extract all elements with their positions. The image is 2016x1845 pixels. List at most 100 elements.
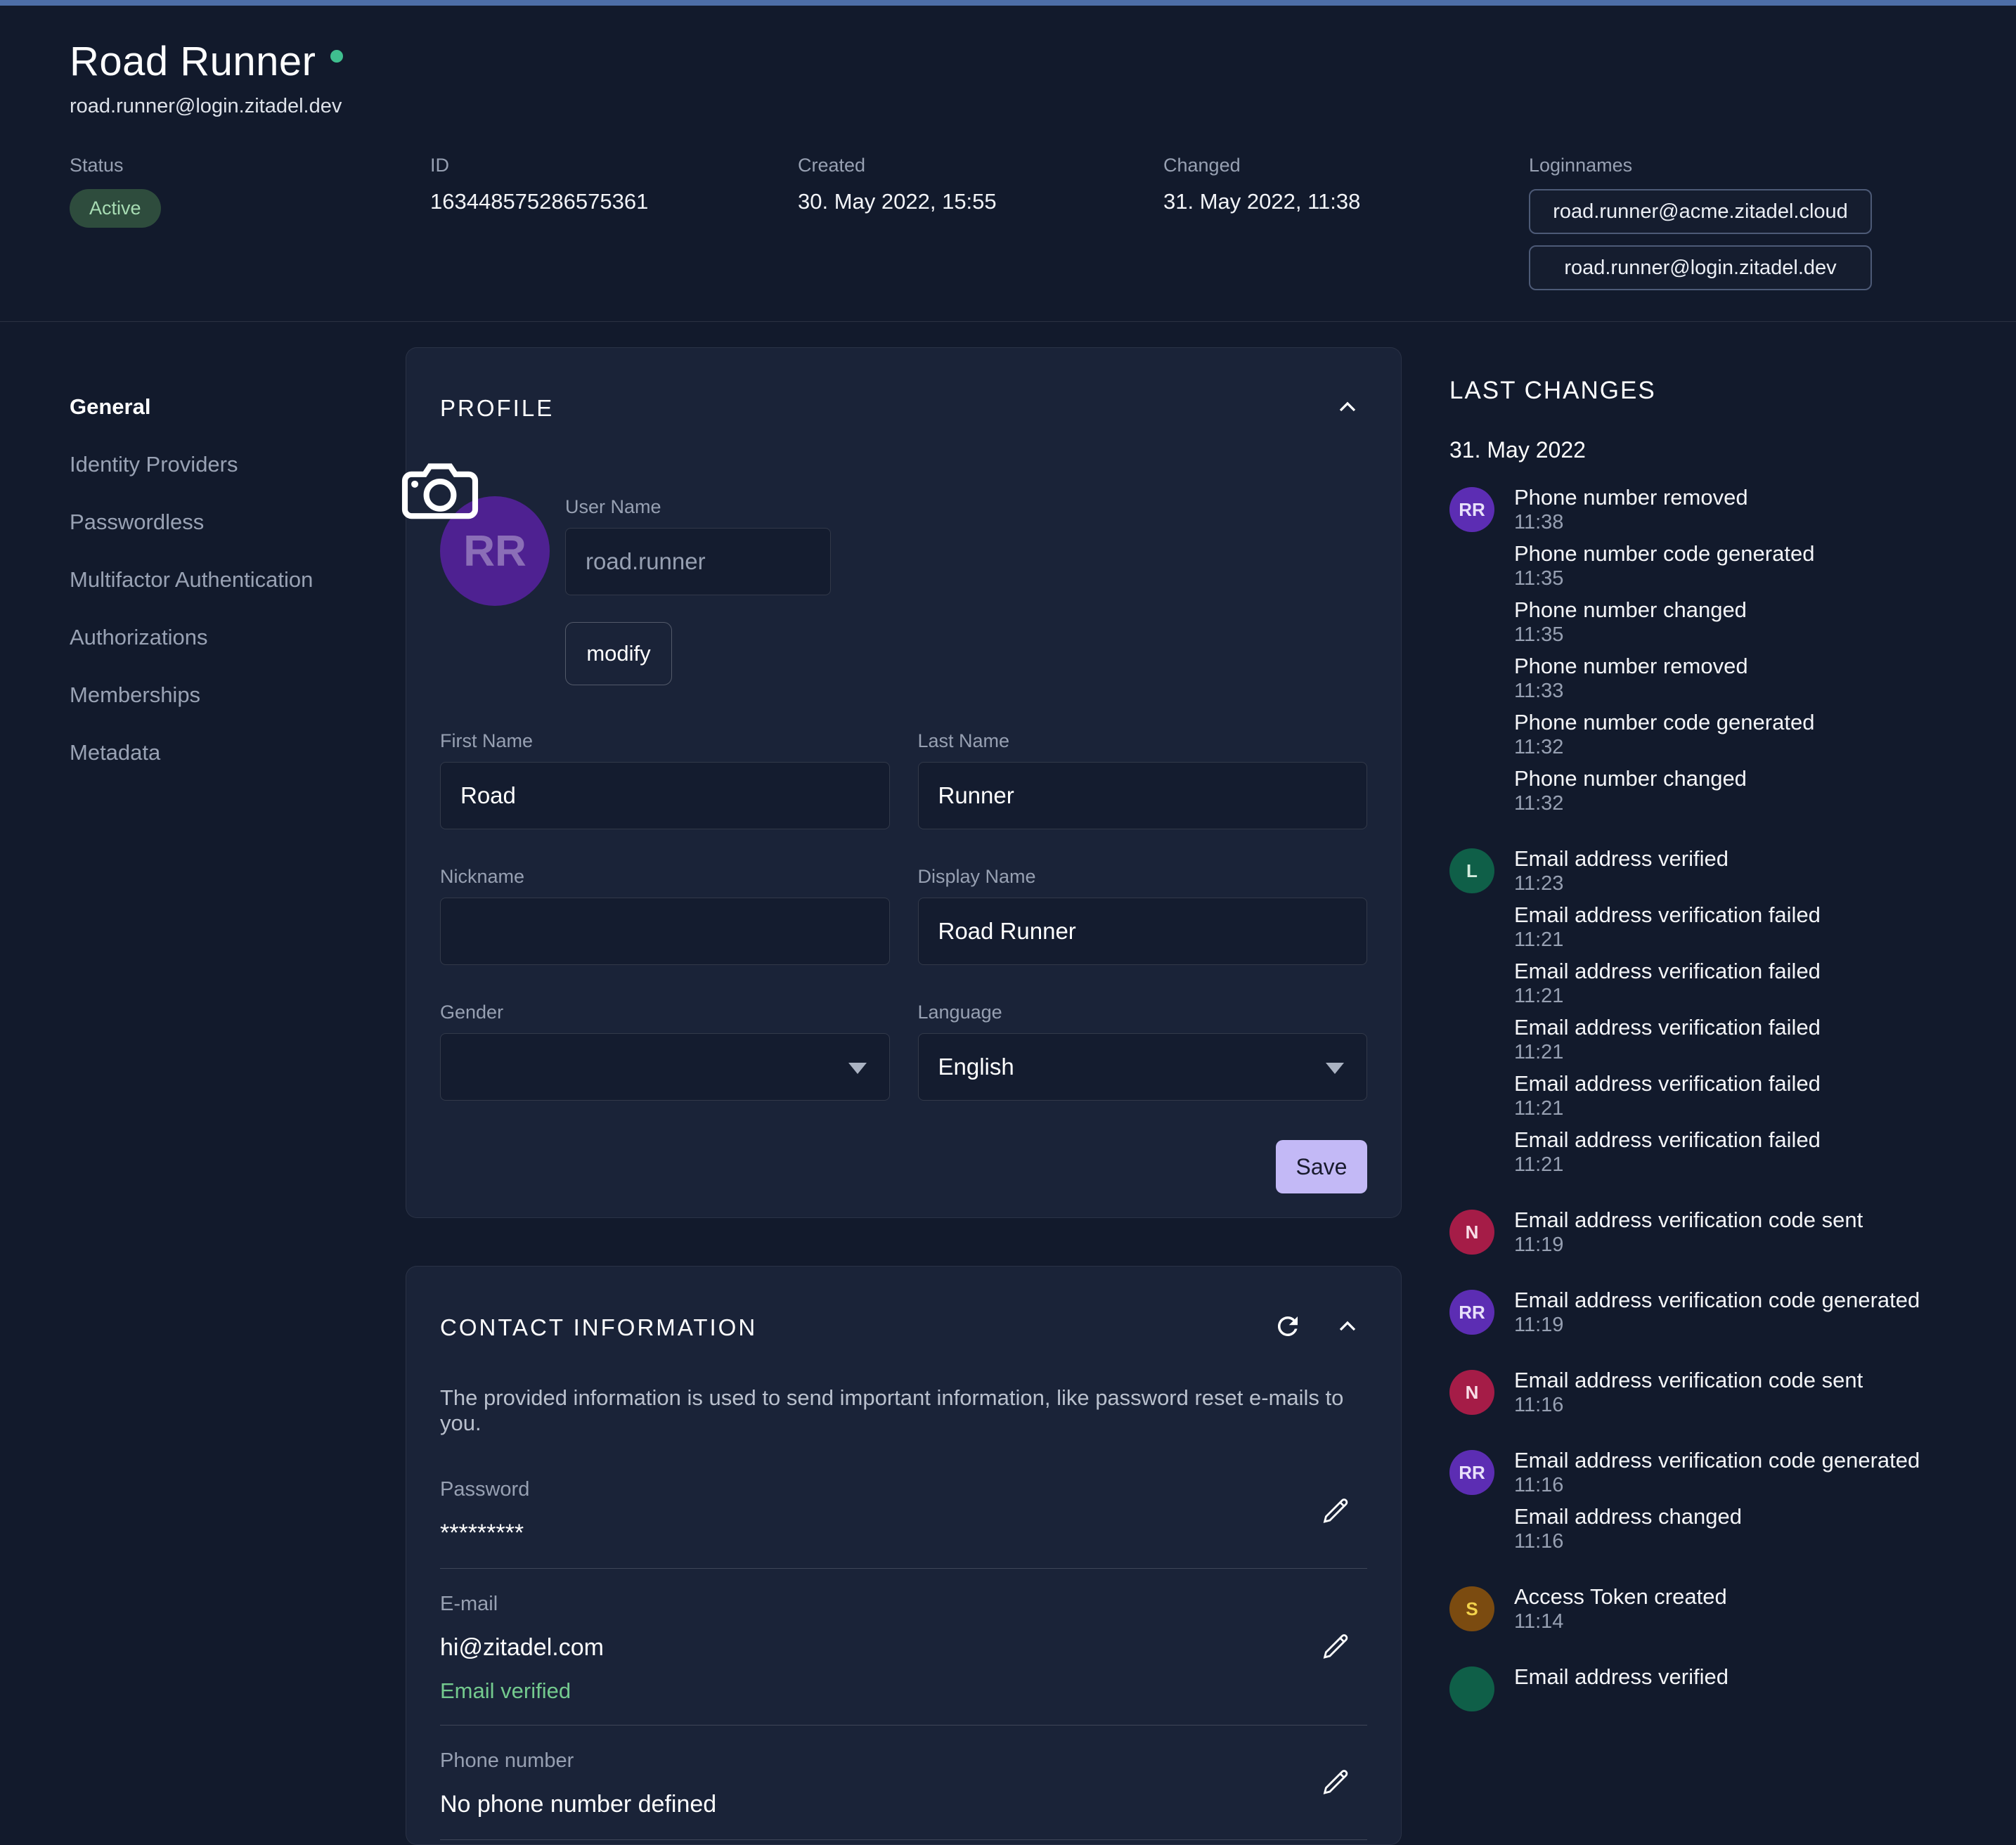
password-row: Password ********* [440, 1454, 1367, 1569]
change-event-time: 11:35 [1514, 567, 1814, 591]
user-login-subtitle: road.runner@login.zitadel.dev [70, 95, 1946, 118]
change-event-title: Phone number changed [1514, 597, 1814, 623]
pencil-icon [1319, 1494, 1353, 1529]
change-event-time: 11:32 [1514, 791, 1814, 816]
change-event-title: Email address verification code sent [1514, 1207, 1863, 1233]
save-button[interactable]: Save [1276, 1140, 1367, 1193]
loginname-chip: road.runner@acme.zitadel.cloud [1529, 189, 1872, 234]
change-group: Email address verified [1449, 1664, 2016, 1711]
user-header: Road Runner road.runner@login.zitadel.de… [0, 6, 2016, 322]
change-date: 31. May 2022 [1449, 437, 2016, 463]
change-event-title: Phone number code generated [1514, 540, 1814, 567]
last-name-field: Last Name [918, 730, 1368, 829]
gender-select[interactable] [440, 1033, 890, 1101]
email-row: E-mail hi@zitadel.com Email verified [440, 1569, 1367, 1726]
contact-collapse-button[interactable] [1328, 1307, 1367, 1348]
last-name-input[interactable] [918, 762, 1368, 829]
avatar[interactable]: RR [440, 496, 550, 606]
language-select[interactable]: English [918, 1033, 1368, 1101]
chevron-up-icon [1333, 393, 1362, 423]
change-event: Email address verification failed11:21 [1514, 1014, 1821, 1065]
change-event-title: Email address verified [1514, 846, 1821, 872]
status-label: Status [70, 155, 430, 176]
change-event-time: 11:35 [1514, 623, 1814, 647]
email-label: E-mail [440, 1593, 1367, 1616]
phone-value: No phone number defined [440, 1791, 1367, 1818]
first-name-label: First Name [440, 730, 890, 752]
email-value: hi@zitadel.com [440, 1634, 1367, 1662]
change-event: Email address verification failed11:21 [1514, 1070, 1821, 1121]
change-event: Email address verification code generate… [1514, 1287, 1920, 1338]
loginname-chip: road.runner@login.zitadel.dev [1529, 245, 1872, 290]
actor-avatar: N [1449, 1370, 1494, 1415]
first-name-field: First Name [440, 730, 890, 829]
change-event-title: Email address changed [1514, 1503, 1920, 1529]
actor-avatar: RR [1449, 1290, 1494, 1335]
change-event-title: Email address verification code generate… [1514, 1447, 1920, 1473]
change-event: Email address changed11:16 [1514, 1503, 1920, 1554]
last-changes-title: LAST CHANGES [1449, 377, 2016, 405]
changes-list: RRPhone number removed11:38Phone number … [1449, 484, 2016, 1711]
last-changes-panel: LAST CHANGES 31. May 2022 RRPhone number… [1402, 347, 2016, 1735]
edit-phone-button[interactable] [1314, 1759, 1359, 1806]
email-verified-status: Email verified [440, 1678, 1367, 1704]
display-name-input[interactable] [918, 898, 1368, 965]
actor-avatar: RR [1449, 1450, 1494, 1495]
id-label: ID [430, 155, 798, 176]
password-value: ********* [440, 1520, 1367, 1547]
first-name-input[interactable] [440, 762, 890, 829]
change-event: Phone number code generated11:32 [1514, 709, 1814, 760]
nickname-input[interactable] [440, 898, 890, 965]
pencil-icon [1319, 1765, 1353, 1801]
change-event-time: 11:19 [1514, 1233, 1863, 1257]
top-accent-bar [0, 0, 2016, 6]
sidebar-item-memberships[interactable]: Memberships [70, 666, 406, 724]
id-value: 163448575286575361 [430, 189, 798, 214]
edit-password-button[interactable] [1314, 1488, 1359, 1535]
changed-value: 31. May 2022, 11:38 [1163, 189, 1529, 214]
change-event-time: 11:16 [1514, 1529, 1920, 1554]
contact-description: The provided information is used to send… [440, 1385, 1367, 1436]
sidebar-item-identity-providers[interactable]: Identity Providers [70, 436, 406, 493]
change-event-time: 11:23 [1514, 872, 1821, 896]
status-badge: Active [70, 189, 161, 228]
refresh-button[interactable] [1267, 1306, 1308, 1349]
profile-collapse-button[interactable] [1328, 387, 1367, 429]
sidebar-item-metadata[interactable]: Metadata [70, 724, 406, 782]
sidebar-item-authorizations[interactable]: Authorizations [70, 609, 406, 666]
change-event-time: 11:21 [1514, 1153, 1821, 1177]
change-group: RRPhone number removed11:38Phone number … [1449, 484, 2016, 822]
change-group: SAccess Token created11:14 [1449, 1584, 2016, 1640]
username-label: User Name [565, 496, 831, 518]
change-event-time: 11:16 [1514, 1393, 1863, 1418]
change-event-time: 11:19 [1514, 1313, 1920, 1338]
modify-button[interactable]: modify [565, 622, 672, 685]
pencil-icon [1319, 1629, 1353, 1665]
gender-field: Gender [440, 1002, 890, 1101]
change-event-title: Access Token created [1514, 1584, 1727, 1610]
username-input[interactable] [565, 528, 831, 595]
sidebar-item-general[interactable]: General [70, 378, 406, 436]
edit-email-button[interactable] [1314, 1624, 1359, 1671]
loginname-list: road.runner@acme.zitadel.cloud road.runne… [1529, 189, 1872, 302]
created-value: 30. May 2022, 15:55 [798, 189, 1163, 214]
changed-label: Changed [1163, 155, 1529, 176]
actor-avatar: S [1449, 1586, 1494, 1631]
user-meta-row: Status Active ID 163448575286575361 Crea… [70, 155, 1946, 302]
change-event-title: Phone number code generated [1514, 709, 1814, 735]
contact-information-card: CONTACT INFORMATION The provided informa… [406, 1266, 1402, 1845]
last-name-label: Last Name [918, 730, 1368, 752]
change-event-title: Phone number changed [1514, 765, 1814, 791]
change-event: Email address verified11:23 [1514, 846, 1821, 896]
user-detail-nav: GeneralIdentity ProvidersPasswordlessMul… [70, 347, 406, 782]
language-label: Language [918, 1002, 1368, 1023]
change-event-time: 11:21 [1514, 1096, 1821, 1121]
profile-card-title: PROFILE [440, 395, 554, 422]
chevron-up-icon [1333, 1312, 1362, 1342]
profile-card: PROFILE RR [406, 347, 1402, 1218]
sidebar-item-multifactor-authentication[interactable]: Multifactor Authentication [70, 551, 406, 609]
change-event-title: Email address verification failed [1514, 1127, 1821, 1153]
change-event-time: 11:21 [1514, 984, 1821, 1009]
actor-avatar: RR [1449, 487, 1494, 532]
sidebar-item-passwordless[interactable]: Passwordless [70, 493, 406, 551]
